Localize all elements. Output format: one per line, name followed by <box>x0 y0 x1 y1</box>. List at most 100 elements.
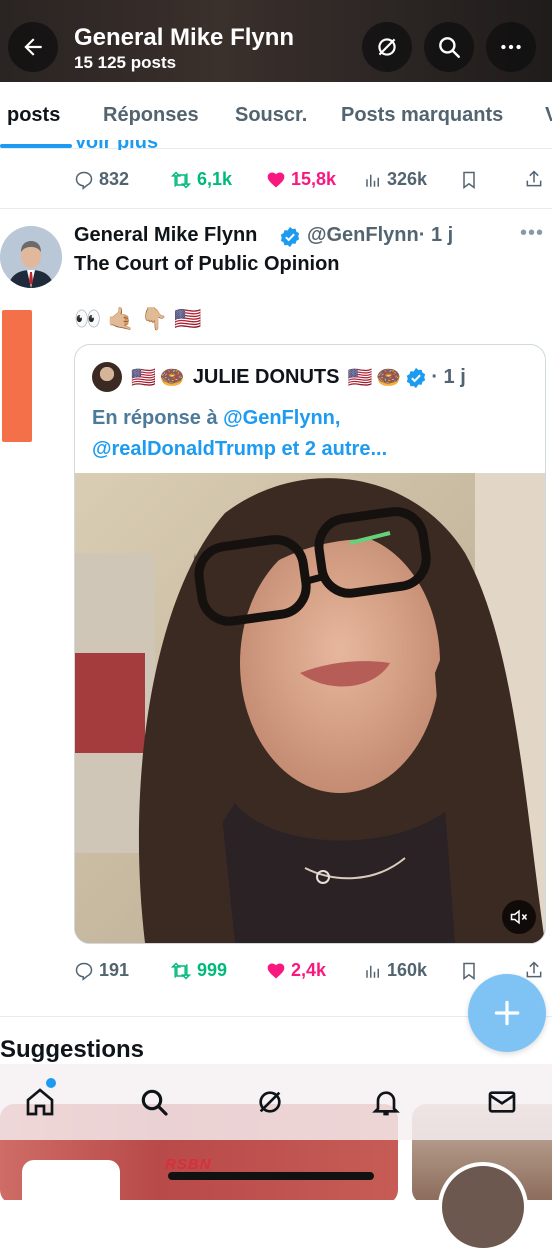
donut-emoji: 🍩 <box>159 367 185 389</box>
bookmark-icon <box>463 171 475 189</box>
quoted-post-time: · 1 j <box>431 366 466 388</box>
flag-emoji: 🇺🇸 <box>347 367 373 389</box>
post-text: The Court of Public Opinion <box>74 253 340 275</box>
view-count-value: 326k <box>387 169 428 189</box>
post-count: 15 125 posts <box>74 53 177 72</box>
tab-more[interactable]: V <box>545 104 552 127</box>
tab-highlights[interactable]: Posts marquants <box>341 104 503 127</box>
flag-emoji: 🇺🇸 <box>131 367 156 389</box>
post-more-button[interactable]: ••• <box>520 222 544 245</box>
more-button[interactable] <box>486 22 536 72</box>
show-more-link[interactable]: Voir plus <box>74 140 158 150</box>
reply-mentions-link[interactable]: @realDonaldTrump et 2 autre... <box>92 438 387 460</box>
repost-count-value: 999 <box>197 960 228 980</box>
heart-icon <box>267 172 285 187</box>
emoji-line: 👀 🤙🏼 👇🏼 🇺🇸 <box>74 306 202 332</box>
view-count-value: 160k <box>387 960 428 980</box>
author-name[interactable]: General Mike Flynn <box>74 224 257 247</box>
video-player[interactable] <box>75 473 545 943</box>
reply-context: En réponse à @GenFlynn, @realDonaldTrump… <box>92 403 532 465</box>
home-notification-dot <box>46 1078 56 1088</box>
like-count[interactable]: 2,4k <box>266 960 326 981</box>
compose-button[interactable] <box>468 974 546 1052</box>
eyes-emoji: 👀 <box>74 306 102 331</box>
nav-notifications[interactable] <box>368 1084 404 1120</box>
verified-badge-icon <box>407 367 426 388</box>
bell-icon <box>372 1091 400 1116</box>
repost-count[interactable]: 999 <box>170 960 227 981</box>
heart-icon <box>267 963 285 978</box>
plus-icon <box>494 1000 520 1026</box>
repost-icon <box>170 170 192 189</box>
author-handle[interactable]: @GenFlynn· 1 j <box>307 224 453 247</box>
views-icon <box>366 965 379 978</box>
share-button[interactable] <box>524 960 544 980</box>
arrow-left-icon <box>24 38 42 56</box>
nav-search[interactable] <box>136 1084 172 1120</box>
donut-emoji: 🍩 <box>376 367 402 389</box>
call-me-emoji: 🤙🏼 <box>107 306 135 331</box>
nav-grok[interactable] <box>252 1084 288 1120</box>
avatar[interactable] <box>0 226 62 288</box>
bookmark-button[interactable] <box>459 170 479 190</box>
suggestions-heading: Suggestions <box>0 1036 145 1063</box>
search-button[interactable] <box>424 22 474 72</box>
tab-subscriptions[interactable]: Souscr. <box>235 104 307 127</box>
tab-replies[interactable]: Réponses <box>103 104 199 127</box>
page-title: General Mike Flynn <box>74 24 295 51</box>
grok-icon <box>259 1091 281 1113</box>
profile-header: General Mike Flynn 15 125 posts <box>0 0 552 82</box>
point-down-emoji: 👇🏼 <box>140 306 169 331</box>
reply-count[interactable]: 191 <box>74 960 129 981</box>
reply-count-value: 191 <box>99 960 130 980</box>
view-count[interactable]: 160k <box>364 960 427 981</box>
post-divider <box>0 208 552 209</box>
suggestion-card-label: RSBN <box>165 1156 212 1173</box>
quoted-author-name: JULIE DONUTS <box>192 366 340 388</box>
red-annotation-marker <box>2 310 32 442</box>
more-horizontal-icon <box>501 44 521 50</box>
home-icon <box>26 1088 54 1116</box>
verified-badge-icon <box>280 226 300 248</box>
share-icon <box>526 170 542 187</box>
share-button[interactable] <box>524 169 544 189</box>
like-count-value: 2,4k <box>291 960 327 980</box>
views-icon <box>366 174 379 187</box>
quoted-avatar[interactable] <box>92 362 122 392</box>
bottom-nav <box>0 1064 552 1140</box>
active-tab-indicator <box>0 144 72 148</box>
like-count[interactable]: 15,8k <box>266 169 336 190</box>
reply-icon <box>75 171 93 190</box>
mute-button[interactable] <box>502 900 536 934</box>
volume-muted-icon <box>510 909 528 925</box>
bookmark-button[interactable] <box>459 961 479 981</box>
repost-icon <box>170 961 192 980</box>
back-button[interactable] <box>8 22 58 72</box>
home-indicator[interactable] <box>168 1172 374 1180</box>
repost-count-value: 6,1k <box>197 169 233 189</box>
bookmark-icon <box>463 962 475 980</box>
author-handle-text: @GenFlynn <box>307 224 419 246</box>
suggestion-card-logo <box>22 1160 120 1200</box>
us-flag-emoji: 🇺🇸 <box>174 306 202 331</box>
view-count[interactable]: 326k <box>364 169 427 190</box>
profile-photo <box>0 226 62 288</box>
search-icon <box>141 1089 168 1116</box>
suggestion-avatar[interactable] <box>438 1162 528 1252</box>
quoted-post[interactable]: 🇺🇸 🍩 JULIE DONUTS 🇺🇸 🍩 · 1 j En réponse … <box>74 344 546 944</box>
tab-posts[interactable]: posts <box>7 104 60 127</box>
grok-button[interactable] <box>362 22 412 72</box>
mail-icon <box>488 1091 516 1113</box>
like-count-value: 15,8k <box>291 169 337 189</box>
reply-handle-link[interactable]: @GenFlynn, <box>223 407 340 429</box>
quoted-author-line: 🇺🇸 🍩 JULIE DONUTS 🇺🇸 🍩 · 1 j <box>131 365 466 390</box>
reply-prefix: En réponse à <box>92 407 224 429</box>
nav-messages[interactable] <box>484 1084 520 1120</box>
reply-count-value: 832 <box>99 169 130 189</box>
reply-count[interactable]: 832 <box>74 169 129 190</box>
repost-count[interactable]: 6,1k <box>170 169 232 190</box>
search-icon <box>439 37 460 58</box>
nav-home[interactable] <box>22 1084 58 1120</box>
share-icon <box>526 961 542 978</box>
post-time: · 1 j <box>418 224 454 246</box>
